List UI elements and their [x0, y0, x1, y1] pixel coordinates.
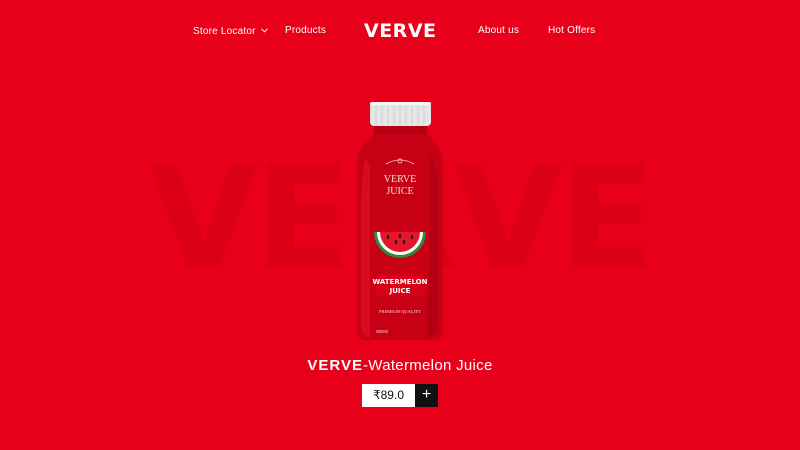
bottle-brand-line1: VERVE: [384, 174, 417, 185]
product-title: VERVE-Watermelon Juice: [0, 357, 800, 374]
nav-store-locator[interactable]: Store Locator: [193, 25, 268, 37]
nav-hot-offers[interactable]: Hot Offers: [548, 25, 595, 36]
bottle-quality-text: PREMIUM QUALITY: [379, 309, 422, 314]
chevron-down-icon: [260, 25, 268, 36]
product-brand: VERVE: [307, 357, 363, 374]
nav-products[interactable]: Products: [285, 25, 326, 36]
price-add-control: ₹89.0 +: [362, 384, 438, 407]
product-name: -Watermelon Juice: [363, 357, 493, 374]
brand-logo[interactable]: VERVE: [364, 20, 437, 42]
bottle-flavor-line2: JUICE: [389, 287, 411, 295]
nav-about-us[interactable]: About us: [478, 25, 519, 36]
top-navigation: Store Locator Products VERVE About us Ho…: [0, 0, 800, 62]
product-bottle-image: VERVE JUICE WATERMELON JUICE PREMIUM QUA…: [330, 98, 470, 344]
bottle-flavor-line1: WATERMELON: [373, 278, 428, 286]
add-to-cart-button[interactable]: +: [415, 384, 438, 407]
bottle-volume-text: 300ml: [376, 329, 388, 334]
price-label: ₹89.0: [362, 384, 415, 407]
bottle-brand-line2: JUICE: [386, 186, 413, 197]
nav-store-locator-label: Store Locator: [193, 26, 256, 37]
